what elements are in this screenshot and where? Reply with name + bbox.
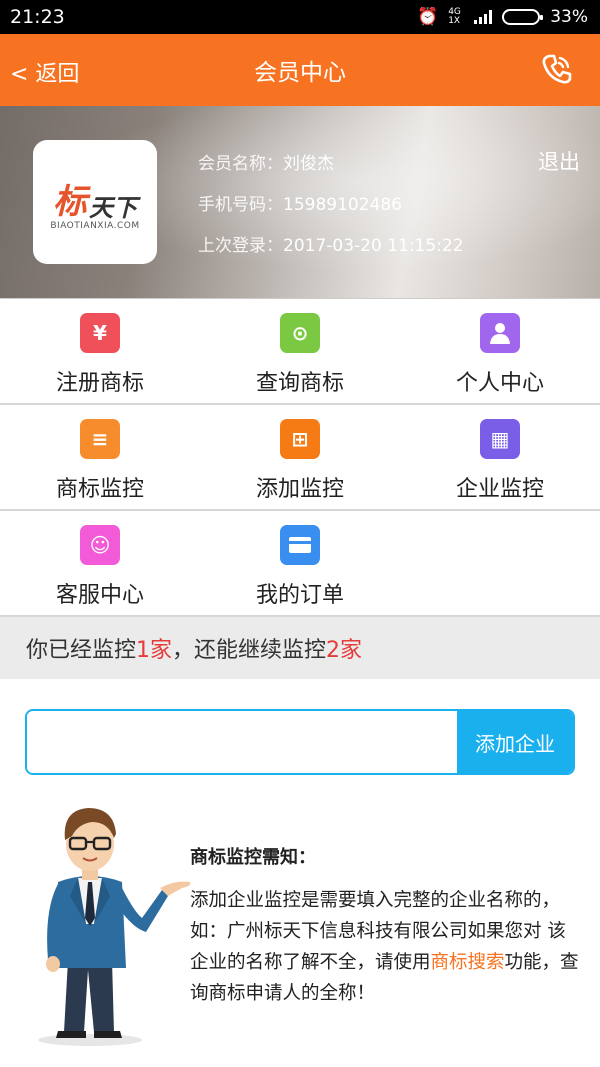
menu-item-search-trademark[interactable]: ⊙ 查询商标 xyxy=(200,299,400,403)
remaining-count: 2家 xyxy=(326,638,363,663)
member-name-row: 会员名称：刘俊杰 xyxy=(198,144,464,185)
monitor-quota-notice: 你已经监控 1家 ，还能继续监控 2家 xyxy=(0,617,600,679)
menu-item-customer-service[interactable]: ☺ 客服中心 xyxy=(0,511,200,615)
menu-item-trademark-monitor[interactable]: ≡ 商标监控 xyxy=(0,405,200,509)
monitored-count: 1家 xyxy=(136,638,173,663)
profile-banner: 标 天下 BIAOTIANXIA.COM 会员名称：刘俊杰 手机号码：15989… xyxy=(0,106,600,298)
page-title: 会员中心 xyxy=(254,60,346,86)
menu-item-label: 企业监控 xyxy=(455,477,544,502)
member-phone-value: 15989102486 xyxy=(283,195,402,215)
menu-item-enterprise-monitor[interactable]: ▦ 企业监控 xyxy=(400,405,600,509)
alarm-icon: ⏰ xyxy=(417,7,439,27)
notice-middle: ，还能继续监控 xyxy=(172,638,327,663)
last-login-label: 上次登录： xyxy=(198,236,283,256)
customer-service-icon: ☺ xyxy=(80,525,120,565)
member-name-label: 会员名称： xyxy=(198,154,283,174)
menu-item-label: 商标监控 xyxy=(55,477,144,502)
menu-grid: ¥ 注册商标 ⊙ 查询商标 个人中心 ≡ 商标监控 ⊞ 添加监控 ▦ 企业监控 xyxy=(0,298,600,617)
trademark-monitor-icon: ≡ xyxy=(80,419,120,459)
back-button[interactable]: < 返回 xyxy=(10,56,79,88)
member-info: 会员名称：刘俊杰 手机号码：15989102486 上次登录：2017-03-2… xyxy=(198,144,464,267)
menu-row: ¥ 注册商标 ⊙ 查询商标 个人中心 xyxy=(0,299,600,405)
menu-item-label: 查询商标 xyxy=(255,371,344,396)
monitor-tips: 商标监控需知： 添加企业监控是需要填入完整的企业名称的，如：广州标天下信息科技有… xyxy=(190,842,582,1009)
phone-call-icon[interactable] xyxy=(540,52,574,86)
menu-item-label: 注册商标 xyxy=(55,371,144,396)
status-time: 21:23 xyxy=(10,6,65,28)
network-type: 4G 1X xyxy=(448,7,461,26)
logo-domain: BIAOTIANXIA.COM xyxy=(50,220,140,231)
app-header: < 返回 会员中心 xyxy=(0,34,600,106)
add-enterprise-form: 添加企业 xyxy=(25,709,575,775)
menu-item-personal-center[interactable]: 个人中心 xyxy=(400,299,600,403)
menu-item-add-monitor[interactable]: ⊞ 添加监控 xyxy=(200,405,400,509)
notice-prefix: 你已经监控 xyxy=(26,638,137,663)
menu-item-label: 添加监控 xyxy=(255,477,344,502)
status-bar: 21:23 ⏰ 4G 1X 33% xyxy=(0,0,600,34)
presenter-illustration xyxy=(38,808,191,1046)
menu-item-label: 我的订单 xyxy=(255,583,344,608)
member-phone-row: 手机号码：15989102486 xyxy=(198,185,464,226)
last-login-value: 2017-03-20 11:15:22 xyxy=(283,236,464,256)
enterprise-name-input[interactable] xyxy=(27,711,457,773)
menu-item-register-trademark[interactable]: ¥ 注册商标 xyxy=(0,299,200,403)
last-login-row: 上次登录：2017-03-20 11:15:22 xyxy=(198,226,464,267)
menu-empty-cell xyxy=(400,511,600,615)
logout-button[interactable]: 退出 xyxy=(538,146,580,176)
add-monitor-icon: ⊞ xyxy=(280,419,320,459)
tips-title: 商标监控需知： xyxy=(190,847,316,868)
battery-icon xyxy=(502,9,544,25)
person-icon xyxy=(480,313,520,353)
enterprise-monitor-icon: ▦ xyxy=(480,419,520,459)
battery-percent: 33% xyxy=(550,7,588,27)
orders-icon xyxy=(280,525,320,565)
add-enterprise-button[interactable]: 添加企业 xyxy=(457,711,573,773)
trademark-register-icon: ¥ xyxy=(80,313,120,353)
menu-row: ☺ 客服中心 我的订单 xyxy=(0,511,600,617)
logo-text-main: 标 xyxy=(53,181,87,222)
menu-item-my-orders[interactable]: 我的订单 xyxy=(200,511,400,615)
member-phone-label: 手机号码： xyxy=(198,195,283,215)
status-icons: ⏰ 4G 1X 33% xyxy=(417,7,588,27)
brand-logo: 标 天下 BIAOTIANXIA.COM xyxy=(33,140,157,264)
trademark-search-link[interactable]: 商标搜索 xyxy=(431,952,505,973)
member-name-value: 刘俊杰 xyxy=(283,154,334,174)
logo-text-sub: 天下 xyxy=(89,193,137,222)
tips-body: 添加企业监控是需要填入完整的企业名称的，如：广州标天下信息科技有限公司如果您对 … xyxy=(190,885,582,1009)
menu-row: ≡ 商标监控 ⊞ 添加监控 ▦ 企业监控 xyxy=(0,405,600,511)
back-label: < 返回 xyxy=(10,62,80,87)
menu-item-label: 客服中心 xyxy=(55,583,144,608)
menu-item-label: 个人中心 xyxy=(455,371,544,396)
trademark-search-icon: ⊙ xyxy=(280,313,320,353)
signal-icon xyxy=(474,10,493,24)
